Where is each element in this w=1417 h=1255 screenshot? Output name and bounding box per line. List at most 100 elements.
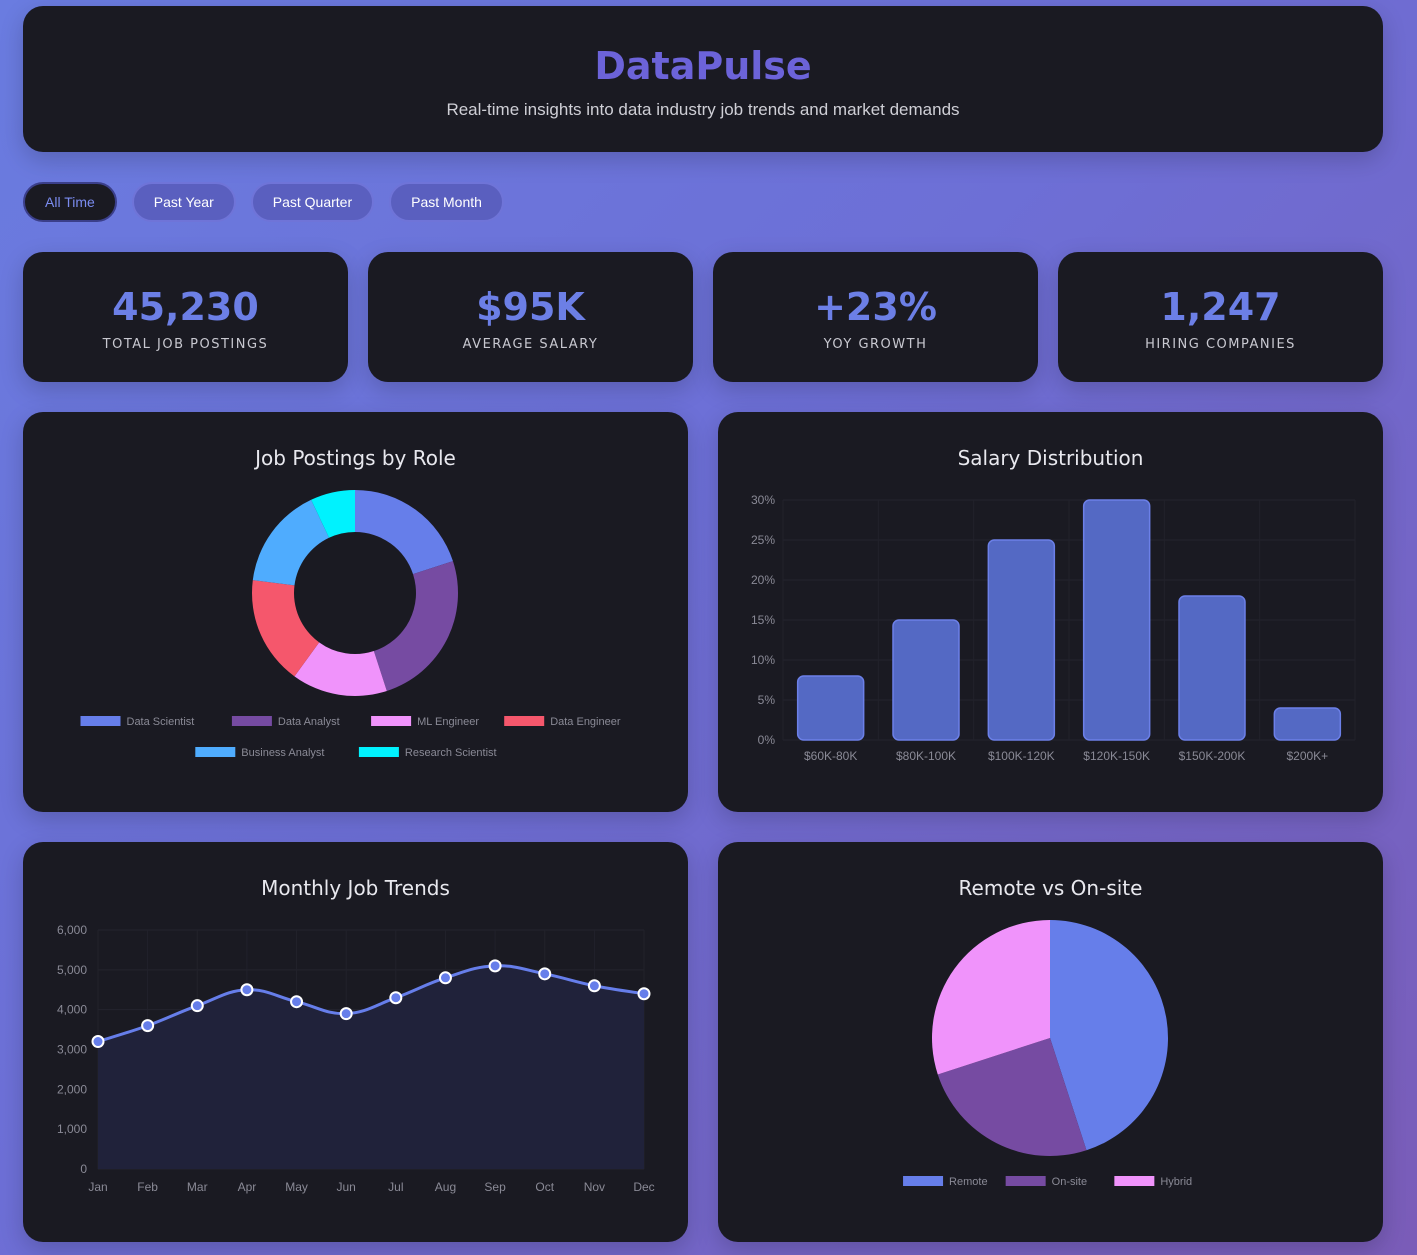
legend-label: Research Scientist bbox=[405, 747, 497, 759]
data-point bbox=[339, 1007, 353, 1021]
legend-swatch bbox=[504, 716, 545, 726]
legend-swatch bbox=[231, 716, 272, 726]
stat-label: TOTAL JOB POSTINGS bbox=[102, 337, 269, 352]
legend-label: Data Engineer bbox=[550, 716, 621, 728]
filter-past-quarter-button[interactable]: Past Quarter bbox=[250, 182, 375, 222]
x-tick-label: $120K-150K bbox=[1083, 749, 1150, 763]
x-tick-label: Apr bbox=[238, 1180, 257, 1194]
data-point bbox=[637, 987, 651, 1001]
legend-label: Business Analyst bbox=[241, 747, 324, 759]
stat-label: AVERAGE SALARY bbox=[462, 337, 599, 352]
app-title: DataPulse bbox=[594, 44, 812, 88]
x-tick-label: Mar bbox=[187, 1180, 208, 1194]
legend-label: On-site bbox=[1052, 1176, 1087, 1188]
donut-slice bbox=[373, 561, 459, 691]
stat-value: 45,230 bbox=[112, 285, 259, 329]
bar bbox=[796, 675, 865, 741]
data-point bbox=[488, 959, 502, 973]
stat-card-total-postings: 45,230 TOTAL JOB POSTINGS bbox=[23, 252, 348, 382]
legend-swatch bbox=[358, 747, 399, 757]
x-tick-label: Jul bbox=[388, 1180, 403, 1194]
legend-swatch bbox=[1005, 1176, 1046, 1186]
legend-label: Data Analyst bbox=[278, 716, 340, 728]
stat-label: HIRING COMPANIES bbox=[1145, 337, 1296, 352]
stat-value: $95K bbox=[476, 285, 585, 329]
bar bbox=[892, 619, 960, 741]
y-tick-label: 25% bbox=[751, 533, 775, 547]
y-tick-label: 0 bbox=[80, 1162, 87, 1176]
header-panel: DataPulse Real-time insights into data i… bbox=[23, 6, 1383, 152]
stat-card-yoy-growth: +23% YOY GROWTH bbox=[713, 252, 1038, 382]
chart-title: Remote vs On-site bbox=[958, 876, 1143, 900]
data-point bbox=[538, 967, 552, 981]
bar bbox=[1178, 595, 1246, 741]
filter-all-time-button[interactable]: All Time bbox=[23, 182, 117, 222]
stat-value: +23% bbox=[814, 285, 937, 329]
y-tick-label: 10% bbox=[751, 653, 775, 667]
stat-label: YOY GROWTH bbox=[823, 337, 928, 352]
filter-past-month-button[interactable]: Past Month bbox=[389, 182, 504, 222]
donut-slice bbox=[355, 490, 453, 575]
chart-title: Salary Distribution bbox=[957, 446, 1144, 470]
y-tick-label: 20% bbox=[751, 573, 775, 587]
data-point bbox=[240, 983, 254, 997]
y-tick-label: 2,000 bbox=[57, 1082, 87, 1096]
y-tick-label: 15% bbox=[751, 613, 775, 627]
legend-swatch bbox=[371, 716, 412, 726]
data-point bbox=[438, 971, 452, 985]
salary-bar-chart: 0% 5% 10% 15% 20% 25% 30% $60K-80K $80K-100K $100… bbox=[751, 493, 1356, 763]
x-tick-label: May bbox=[285, 1180, 308, 1194]
x-tick-label: $60K-80K bbox=[804, 749, 857, 763]
chart-card-roles: Data Scientist Data Analyst ML Engineer Dat… bbox=[23, 412, 688, 812]
x-tick-label: Oct bbox=[535, 1180, 554, 1194]
area-fill bbox=[98, 965, 644, 1169]
x-tick-label: Jan bbox=[88, 1180, 107, 1194]
x-tick-label: Jun bbox=[337, 1180, 356, 1194]
bar bbox=[1273, 707, 1342, 741]
y-tick-label: 5% bbox=[758, 693, 776, 707]
x-tick-label: Feb bbox=[137, 1180, 158, 1194]
y-tick-label: 0% bbox=[758, 733, 776, 747]
x-tick-label: $200K+ bbox=[1286, 749, 1328, 763]
bar bbox=[987, 539, 1056, 741]
data-point bbox=[141, 1019, 155, 1033]
legend-label: Remote bbox=[949, 1176, 988, 1188]
legend-label: Data Scientist bbox=[127, 716, 195, 728]
legend-swatch bbox=[1114, 1176, 1155, 1186]
bar bbox=[1082, 499, 1151, 741]
y-tick-label: 3,000 bbox=[57, 1043, 87, 1057]
y-tick-label: 1,000 bbox=[57, 1122, 87, 1136]
x-tick-label: $80K-100K bbox=[896, 749, 956, 763]
monthly-line-chart: 0 1,000 2,000 3,000 4,000 5,000 6,000 Jan Feb Mar… bbox=[57, 923, 655, 1194]
chart-card-monthly: 0 1,000 2,000 3,000 4,000 5,000 6,000 Jan Feb Mar… bbox=[23, 842, 688, 1242]
chart-title: Job Postings by Role bbox=[255, 446, 456, 470]
y-tick-label: 5,000 bbox=[57, 963, 87, 977]
data-point bbox=[389, 991, 403, 1005]
legend-swatch bbox=[903, 1176, 944, 1186]
stat-card-average-salary: $95K AVERAGE SALARY bbox=[368, 252, 693, 382]
y-tick-label: 30% bbox=[751, 493, 775, 507]
roles-donut-chart: Data Scientist Data Analyst ML Engineer Dat… bbox=[80, 490, 621, 759]
x-tick-label: Sep bbox=[484, 1180, 506, 1194]
filter-past-year-button[interactable]: Past Year bbox=[131, 182, 236, 222]
x-tick-label: Nov bbox=[584, 1180, 605, 1194]
app-subtitle: Real-time insights into data industry jo… bbox=[446, 100, 960, 119]
x-tick-label: Aug bbox=[435, 1180, 456, 1194]
x-tick-label: $150K-200K bbox=[1179, 749, 1246, 763]
time-filter-bar: All Time Past Year Past Quarter Past Mon… bbox=[23, 182, 504, 222]
stat-card-hiring-companies: 1,247 HIRING COMPANIES bbox=[1058, 252, 1383, 382]
stat-value: 1,247 bbox=[1160, 285, 1281, 329]
chart-title: Monthly Job Trends bbox=[261, 876, 450, 900]
y-tick-label: 6,000 bbox=[57, 923, 87, 937]
data-point bbox=[587, 979, 601, 993]
legend-swatch bbox=[80, 716, 121, 726]
x-tick-label: $100K-120K bbox=[988, 749, 1055, 763]
chart-card-salary: 0% 5% 10% 15% 20% 25% 30% $60K-80K $80K-100K $100… bbox=[718, 412, 1383, 812]
remote-pie-chart: Remote On-site Hybrid bbox=[903, 920, 1192, 1188]
x-tick-label: Dec bbox=[633, 1180, 654, 1194]
legend-label: ML Engineer bbox=[417, 716, 479, 728]
data-point bbox=[190, 999, 204, 1013]
data-point bbox=[91, 1035, 105, 1049]
legend-swatch bbox=[195, 747, 236, 757]
chart-card-remote: Remote On-site Hybrid Remote vs On-site bbox=[718, 842, 1383, 1242]
